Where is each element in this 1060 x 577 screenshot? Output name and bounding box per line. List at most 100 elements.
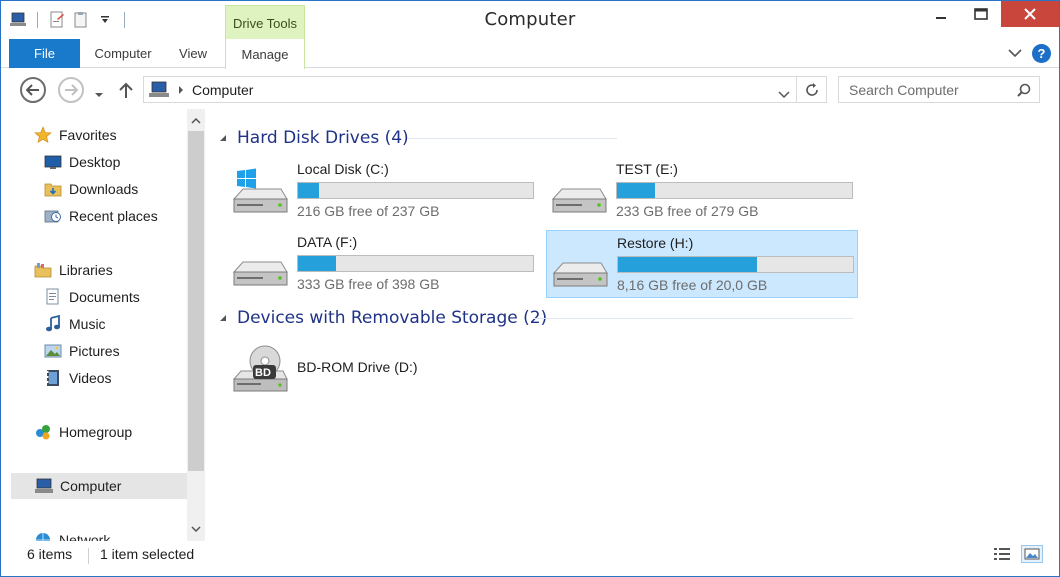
nav-label: Network — [59, 532, 111, 541]
search-input[interactable]: Search Computer — [838, 76, 1040, 103]
drive-tile[interactable]: DATA (F:) 333 GB free of 398 GB — [227, 230, 539, 298]
nav-label: Computer — [60, 478, 122, 494]
drive-usage-bar — [617, 256, 854, 273]
scroll-down-button[interactable] — [187, 519, 205, 539]
nav-item-favorites[interactable]: Favorites — [33, 122, 187, 148]
view-switcher — [991, 545, 1043, 563]
nav-item-network[interactable]: Network — [33, 527, 187, 541]
breadcrumb[interactable]: Computer — [192, 82, 253, 98]
scroll-thumb[interactable] — [188, 131, 204, 471]
documents-icon — [43, 287, 63, 307]
computer-icon — [148, 81, 170, 99]
maximize-button[interactable] — [961, 1, 1001, 27]
tab-computer[interactable]: Computer — [83, 39, 163, 68]
address-bar[interactable]: Computer — [143, 76, 797, 103]
hard-drive-icon — [550, 167, 608, 219]
close-button[interactable] — [1001, 1, 1059, 27]
drive-name: TEST (E:) — [616, 161, 678, 177]
nav-label: Desktop — [69, 154, 121, 170]
hard-drive-icon — [231, 240, 289, 292]
forward-button[interactable] — [58, 77, 84, 103]
drive-usage-fill — [618, 257, 757, 272]
nav-item-pictures[interactable]: Pictures — [43, 338, 187, 364]
recent-locations-button[interactable] — [94, 86, 104, 104]
collapse-triangle-icon — [220, 315, 226, 321]
nav-item-documents[interactable]: Documents — [43, 284, 187, 310]
search-icon — [1017, 83, 1031, 97]
drive-name: Restore (H:) — [617, 235, 694, 251]
homegroup-icon — [33, 422, 53, 442]
up-arrow-icon — [119, 82, 133, 98]
chevron-down-icon — [95, 93, 103, 97]
status-bar: 6 items 1 item selected — [1, 541, 1059, 576]
window-controls — [921, 1, 1059, 27]
tab-view[interactable]: View — [165, 39, 221, 68]
drive-tile-bd-rom[interactable]: BD BD-ROM Drive (D:) — [227, 335, 539, 403]
explorer-window: Drive Tools Computer File Computer View … — [0, 0, 1060, 577]
drive-free-space: 333 GB free of 398 GB — [297, 276, 440, 292]
nav-item-downloads[interactable]: Downloads — [43, 176, 187, 202]
forward-arrow-icon — [65, 84, 78, 96]
nav-label: Homegroup — [59, 424, 133, 440]
nav-item-libraries[interactable]: Libraries — [33, 257, 187, 283]
star-icon — [33, 125, 53, 145]
window-title: Computer — [484, 9, 576, 30]
up-button[interactable] — [118, 81, 134, 104]
minimize-button[interactable] — [921, 1, 961, 27]
navigation-bar: Computer Search Computer — [1, 69, 1059, 109]
drive-usage-fill — [298, 256, 336, 271]
address-dropdown-button[interactable] — [778, 86, 790, 102]
drive-tile[interactable]: TEST (E:) 233 GB free of 279 GB — [546, 157, 858, 225]
refresh-icon — [805, 82, 818, 96]
network-icon — [33, 530, 53, 541]
breadcrumb-separator-icon[interactable] — [178, 85, 184, 95]
drive-usage-fill — [298, 183, 320, 198]
bd-badge: BD — [255, 367, 271, 379]
status-item-count: 6 items — [27, 546, 73, 562]
nav-item-computer[interactable]: Computer — [11, 473, 187, 499]
chevron-down-icon — [191, 526, 201, 532]
help-icon[interactable]: ? — [1032, 44, 1051, 63]
drive-tile[interactable]: Restore (H:) 8,16 GB free of 20,0 GB — [546, 230, 858, 298]
nav-label: Music — [69, 316, 106, 332]
nav-label: Downloads — [69, 181, 139, 197]
status-selection: 1 item selected — [100, 546, 195, 562]
maximize-icon — [974, 8, 988, 20]
nav-item-desktop[interactable]: Desktop — [43, 149, 187, 175]
nav-item-videos[interactable]: Videos — [43, 365, 187, 391]
group-title: Hard Disk Drives (4) — [237, 128, 409, 148]
scroll-up-button[interactable] — [187, 111, 205, 131]
drive-usage-bar — [297, 255, 534, 272]
music-icon — [43, 314, 63, 334]
drive-name: Local Disk (C:) — [297, 161, 389, 177]
computer-icon — [34, 476, 54, 496]
back-button[interactable] — [20, 77, 46, 103]
navigation-scrollbar[interactable] — [187, 109, 205, 541]
drive-free-space: 233 GB free of 279 GB — [616, 203, 759, 219]
search-placeholder: Search Computer — [849, 81, 959, 98]
tab-manage[interactable]: Manage — [225, 39, 305, 69]
back-arrow-icon — [26, 84, 39, 96]
nav-label: Favorites — [59, 127, 117, 143]
nav-label: Libraries — [59, 262, 113, 278]
details-view-button[interactable] — [991, 545, 1013, 563]
group-header-removable-storage[interactable]: Devices with Removable Storage (2) — [219, 308, 547, 328]
refresh-button[interactable] — [797, 76, 827, 103]
group-divider — [407, 138, 617, 139]
group-header-hard-disk-drives[interactable]: Hard Disk Drives (4) — [219, 128, 409, 148]
nav-item-recent-places[interactable]: Recent places — [43, 203, 187, 229]
expand-ribbon-button[interactable] — [1008, 45, 1022, 63]
ribbon-right-controls: ? — [1008, 44, 1051, 63]
nav-item-music[interactable]: Music — [43, 311, 187, 337]
nav-item-homegroup[interactable]: Homegroup — [33, 419, 187, 445]
tab-file[interactable]: File — [9, 39, 80, 68]
recent-places-icon — [43, 206, 63, 226]
content-pane: Hard Disk Drives (4) Local Disk (C:) 216 … — [207, 109, 1059, 541]
status-separator — [88, 548, 89, 564]
libraries-icon — [33, 260, 53, 280]
nav-label: Recent places — [69, 208, 158, 224]
drive-usage-bar — [297, 182, 534, 199]
tiles-view-button[interactable] — [1021, 545, 1043, 563]
drive-tile[interactable]: Local Disk (C:) 216 GB free of 237 GB — [227, 157, 539, 225]
title-bar: Drive Tools Computer — [1, 1, 1059, 39]
